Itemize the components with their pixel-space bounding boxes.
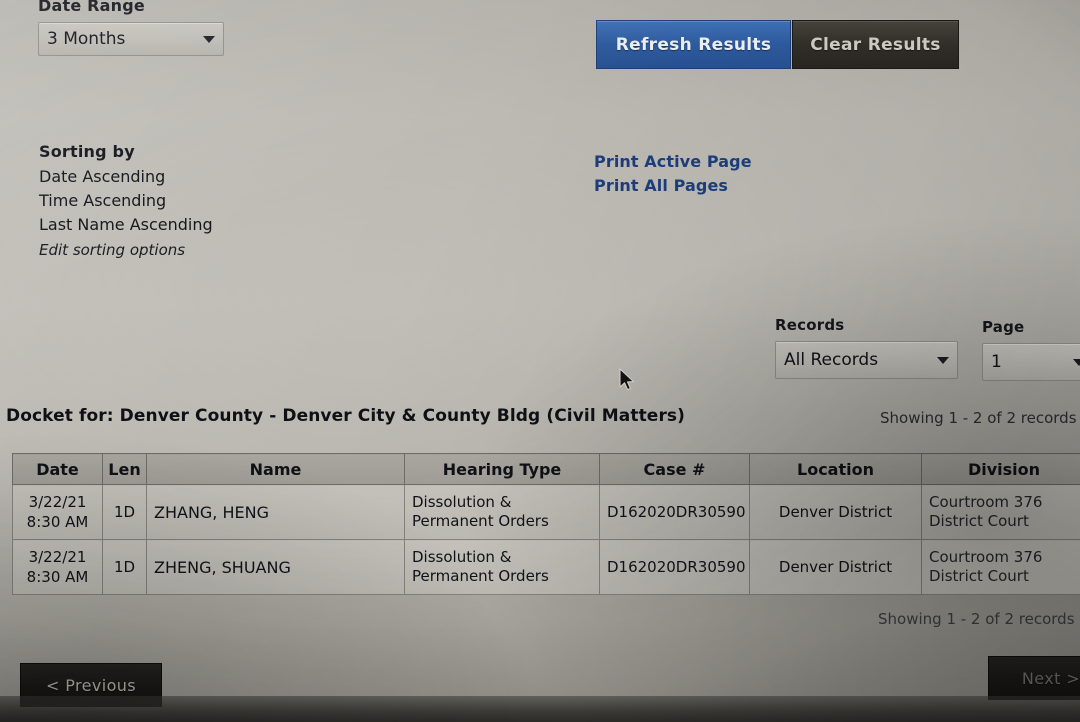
refresh-results-button[interactable]: Refresh Results — [596, 20, 791, 69]
chevron-down-icon — [937, 356, 949, 364]
docket-title: Docket for: Denver County - Denver City … — [6, 406, 686, 426]
chevron-down-icon — [1073, 358, 1080, 366]
sorting-criterion-lastname: Last Name Ascending — [39, 215, 213, 234]
cell-division: Courtroom 376 District Court — [921, 484, 1080, 540]
cell-hearing-type-line2: Permanent Orders — [412, 567, 549, 585]
sorting-criterion-time: Time Ascending — [39, 191, 167, 210]
cell-date-time: 8:30 AM — [26, 513, 89, 531]
cell-location: Denver District — [749, 484, 922, 540]
cell-hearing-type-line1: Dissolution & — [412, 493, 512, 511]
records-showing-top: Showing 1 - 2 of 2 records — [880, 409, 1077, 427]
cell-date-time: 8:30 AM — [26, 568, 89, 586]
print-active-page-link[interactable]: Print Active Page — [594, 150, 752, 174]
cell-date: 3/22/21 8:30 AM — [12, 484, 103, 540]
date-range-value: 3 Months — [47, 29, 126, 49]
column-header-name[interactable]: Name — [146, 453, 405, 485]
next-page-button[interactable]: Next > — [988, 656, 1080, 700]
print-all-pages-link[interactable]: Print All Pages — [594, 174, 752, 198]
cell-division-line1: Courtroom 376 — [929, 493, 1043, 511]
column-header-len[interactable]: Len — [102, 453, 147, 485]
page-label: Page — [982, 318, 1025, 336]
docket-search-screen: Date Range 3 Months Refresh Results Clea… — [0, 0, 1080, 722]
cell-hearing-type-line2: Permanent Orders — [412, 512, 549, 530]
date-range-filter: Date Range 3 Months — [38, 0, 224, 56]
column-header-division[interactable]: Division — [921, 453, 1080, 485]
cell-len: 1D — [102, 539, 147, 595]
cell-hearing-type: Dissolution & Permanent Orders — [404, 539, 600, 595]
table-row[interactable]: 3/22/21 8:30 AM 1D ZHENG, SHUANG Dissolu… — [12, 539, 1080, 595]
screen-content: Date Range 3 Months Refresh Results Clea… — [0, 0, 1080, 722]
cell-name: ZHENG, SHUANG — [146, 539, 405, 595]
table-row[interactable]: 3/22/21 8:30 AM 1D ZHANG, HENG Dissoluti… — [12, 484, 1080, 540]
cell-division: Courtroom 376 District Court — [921, 539, 1080, 595]
docket-table: Date Len Name Hearing Type Case # Locati… — [12, 453, 1080, 595]
records-showing-bottom: Showing 1 - 2 of 2 records — [878, 610, 1075, 628]
cell-date: 3/22/21 8:30 AM — [12, 539, 103, 595]
cell-hearing-type: Dissolution & Permanent Orders — [404, 484, 600, 540]
cell-case-number: D162020DR30590 — [599, 539, 750, 595]
cell-len: 1D — [102, 484, 147, 540]
clear-results-button[interactable]: Clear Results — [792, 20, 959, 69]
cell-case-number: D162020DR30590 — [599, 484, 750, 540]
sorting-title: Sorting by — [39, 142, 135, 161]
chevron-down-icon — [203, 35, 215, 43]
page-value: 1 — [991, 352, 1002, 372]
records-label: Records — [775, 316, 845, 334]
page-filter: Page 1 — [982, 318, 1080, 381]
cell-name: ZHANG, HENG — [146, 484, 405, 540]
cell-hearing-type-line1: Dissolution & — [412, 548, 512, 566]
column-header-case[interactable]: Case # — [599, 453, 750, 485]
column-header-location[interactable]: Location — [749, 453, 922, 485]
date-range-label: Date Range — [38, 0, 145, 15]
cell-division-line2: District Court — [929, 567, 1029, 585]
print-panel: Print Active Page Print All Pages — [594, 150, 752, 198]
column-header-hearing-type[interactable]: Hearing Type — [404, 453, 600, 485]
sorting-panel: Sorting by Date Ascending Time Ascending… — [39, 142, 213, 263]
date-range-select[interactable]: 3 Months — [38, 22, 224, 56]
column-header-date[interactable]: Date — [12, 453, 103, 485]
cell-division-line2: District Court — [929, 512, 1029, 530]
page-select[interactable]: 1 — [982, 343, 1080, 381]
cell-location: Denver District — [749, 539, 922, 595]
records-value: All Records — [784, 350, 879, 370]
records-select[interactable]: All Records — [775, 341, 958, 379]
records-filter: Records All Records — [775, 316, 958, 379]
edit-sorting-options-link[interactable]: Edit sorting options — [39, 237, 213, 263]
cell-date-day: 3/22/21 — [28, 548, 87, 566]
cell-division-line1: Courtroom 376 — [929, 548, 1043, 566]
screen-bottom-edge — [0, 696, 1080, 722]
sorting-criterion-date: Date Ascending — [39, 167, 166, 186]
table-header-row: Date Len Name Hearing Type Case # Locati… — [12, 453, 1080, 485]
cell-date-day: 3/22/21 — [28, 493, 87, 511]
